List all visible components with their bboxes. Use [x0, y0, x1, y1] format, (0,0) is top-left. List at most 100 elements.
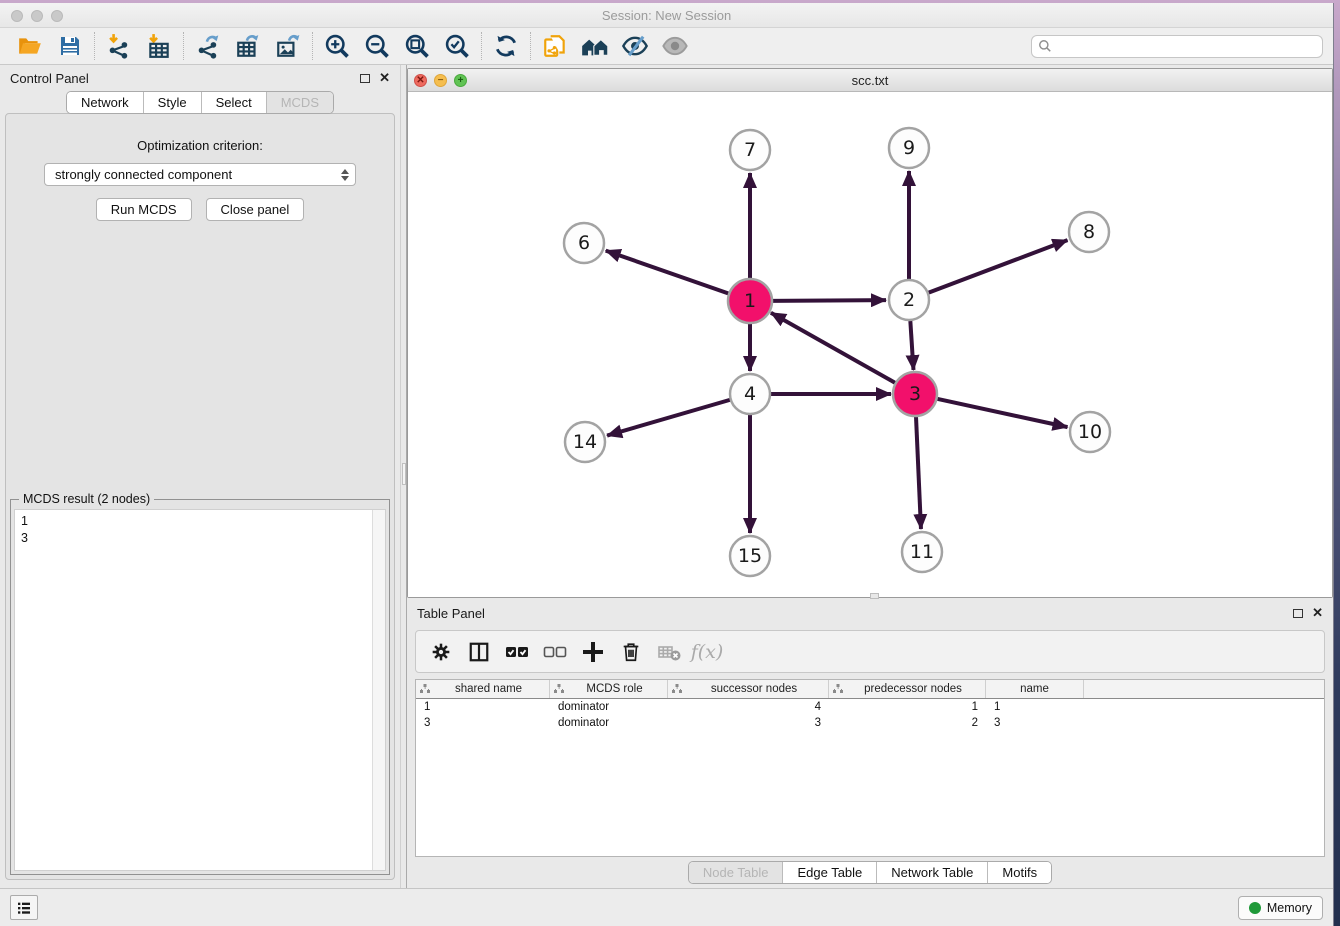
node-label-14: 14	[573, 431, 597, 453]
node-table[interactable]: shared nameMCDS rolesuccessor nodesprede…	[415, 679, 1325, 857]
table-row[interactable]: 3dominator323	[416, 715, 1324, 731]
export-image-icon[interactable]	[268, 31, 308, 61]
export-network-icon[interactable]	[188, 31, 228, 61]
table-cell[interactable]: dominator	[550, 715, 668, 731]
toolbar-separator	[94, 32, 95, 60]
control-panel-title: Control Panel	[10, 71, 360, 86]
open-file-icon[interactable]	[10, 31, 50, 61]
node-label-3: 3	[909, 383, 921, 405]
layout-refresh-icon[interactable]	[486, 31, 526, 61]
tab-network[interactable]: Network	[67, 92, 144, 113]
column-header-MCDS-role[interactable]: MCDS role	[550, 680, 668, 698]
window-title: Session: New Session	[0, 3, 1333, 28]
tab-select[interactable]: Select	[202, 92, 267, 113]
network-minimize-icon[interactable]: −	[434, 74, 447, 87]
edge-4-14[interactable]	[607, 400, 730, 436]
function-builder-icon[interactable]: f(x)	[690, 635, 724, 669]
close-panel-button[interactable]: Close panel	[206, 198, 305, 221]
table-tabs: Node TableEdge TableNetwork TableMotifs	[688, 861, 1052, 884]
select-all-columns-icon[interactable]	[500, 635, 534, 669]
table-cell[interactable]: dominator	[550, 699, 668, 715]
zoom-selected-icon[interactable]	[437, 31, 477, 61]
delete-table-icon[interactable]	[652, 635, 686, 669]
hide-selected-icon[interactable]	[615, 31, 655, 61]
table-cell[interactable]: 2	[829, 715, 986, 731]
zoom-out-icon[interactable]	[357, 31, 397, 61]
table-row[interactable]: 1dominator411	[416, 699, 1324, 715]
network-maximize-icon[interactable]: +	[454, 74, 467, 87]
close-window-icon[interactable]	[11, 10, 23, 22]
settings-gear-icon[interactable]	[424, 635, 458, 669]
tab-style[interactable]: Style	[144, 92, 202, 113]
edge-3-10[interactable]	[936, 399, 1067, 427]
memory-button[interactable]: Memory	[1238, 896, 1323, 920]
table-header-row: shared nameMCDS rolesuccessor nodesprede…	[416, 680, 1324, 699]
edge-2-3[interactable]	[910, 321, 913, 370]
control-panel: Control Panel ✕ NetworkStyleSelectMCDS O…	[0, 65, 400, 888]
network-canvas[interactable]: 7968124314101511	[408, 92, 1332, 597]
node-label-7: 7	[744, 139, 756, 161]
network-window-titlebar[interactable]: ✕ − + scc.txt	[408, 69, 1332, 92]
mcds-result-line: 3	[21, 530, 366, 547]
edge-2-8[interactable]	[929, 240, 1068, 292]
minimize-window-icon[interactable]	[31, 10, 43, 22]
result-scrollbar[interactable]	[372, 510, 385, 870]
table-cell[interactable]: 1	[829, 699, 986, 715]
edge-3-11[interactable]	[916, 416, 921, 529]
export-table-icon[interactable]	[228, 31, 268, 61]
optimization-criterion-select[interactable]: strongly connected component	[44, 163, 356, 186]
node-label-2: 2	[903, 289, 915, 311]
node-label-9: 9	[903, 137, 915, 159]
column-header-name[interactable]: name	[986, 680, 1084, 698]
search-input[interactable]	[1056, 39, 1316, 53]
table-cell[interactable]: 3	[668, 715, 829, 731]
close-table-panel-icon[interactable]: ✕	[1312, 608, 1323, 618]
task-history-button[interactable]	[10, 895, 38, 920]
mcds-result-group: MCDS result (2 nodes) 13	[10, 499, 390, 875]
add-column-icon[interactable]	[576, 635, 610, 669]
network-close-icon[interactable]: ✕	[414, 74, 427, 87]
table-cell[interactable]: 1	[986, 699, 1084, 715]
clone-network-icon[interactable]	[535, 31, 575, 61]
fit-content-icon[interactable]	[397, 31, 437, 61]
save-session-icon[interactable]	[50, 31, 90, 61]
first-neighbors-icon[interactable]	[575, 31, 615, 61]
splitter-grip[interactable]	[402, 463, 406, 485]
tab-motifs[interactable]: Motifs	[988, 862, 1051, 883]
node-label-8: 8	[1083, 221, 1095, 243]
mcds-result-text[interactable]: 13	[15, 510, 372, 870]
import-table-icon[interactable]	[139, 31, 179, 61]
selected-criterion: strongly connected component	[55, 167, 341, 182]
delete-column-icon[interactable]	[614, 635, 648, 669]
tab-network-table[interactable]: Network Table	[877, 862, 988, 883]
tab-node-table[interactable]: Node Table	[689, 862, 784, 883]
zoom-in-icon[interactable]	[317, 31, 357, 61]
tab-edge-table[interactable]: Edge Table	[783, 862, 877, 883]
search-field[interactable]	[1031, 35, 1323, 58]
edge-1-2[interactable]	[772, 300, 886, 301]
show-columns-icon[interactable]	[462, 635, 496, 669]
table-cell[interactable]: 1	[416, 699, 550, 715]
network-graph[interactable]: 7968124314101511	[408, 92, 1331, 594]
maximize-window-icon[interactable]	[51, 10, 63, 22]
close-panel-icon[interactable]: ✕	[379, 73, 390, 83]
network-resize-grip[interactable]	[870, 593, 879, 599]
float-panel-icon[interactable]	[360, 74, 370, 83]
edge-3-1[interactable]	[771, 313, 896, 383]
table-cell[interactable]: 3	[416, 715, 550, 731]
show-all-icon[interactable]	[655, 31, 695, 61]
column-header-successor-nodes[interactable]: successor nodes	[668, 680, 829, 698]
column-header-shared-name[interactable]: shared name	[416, 680, 550, 698]
float-table-panel-icon[interactable]	[1293, 609, 1303, 618]
table-cell[interactable]: 3	[986, 715, 1084, 731]
run-mcds-button[interactable]: Run MCDS	[96, 198, 192, 221]
table-cell[interactable]: 4	[668, 699, 829, 715]
panel-splitter[interactable]	[400, 65, 407, 888]
import-network-icon[interactable]	[99, 31, 139, 61]
application-window: Session: New Session	[0, 3, 1334, 926]
tab-mcds[interactable]: MCDS	[267, 92, 333, 113]
unselect-all-columns-icon[interactable]	[538, 635, 572, 669]
main-toolbar	[0, 28, 1333, 65]
column-header-predecessor-nodes[interactable]: predecessor nodes	[829, 680, 986, 698]
edge-1-6[interactable]	[606, 251, 730, 294]
